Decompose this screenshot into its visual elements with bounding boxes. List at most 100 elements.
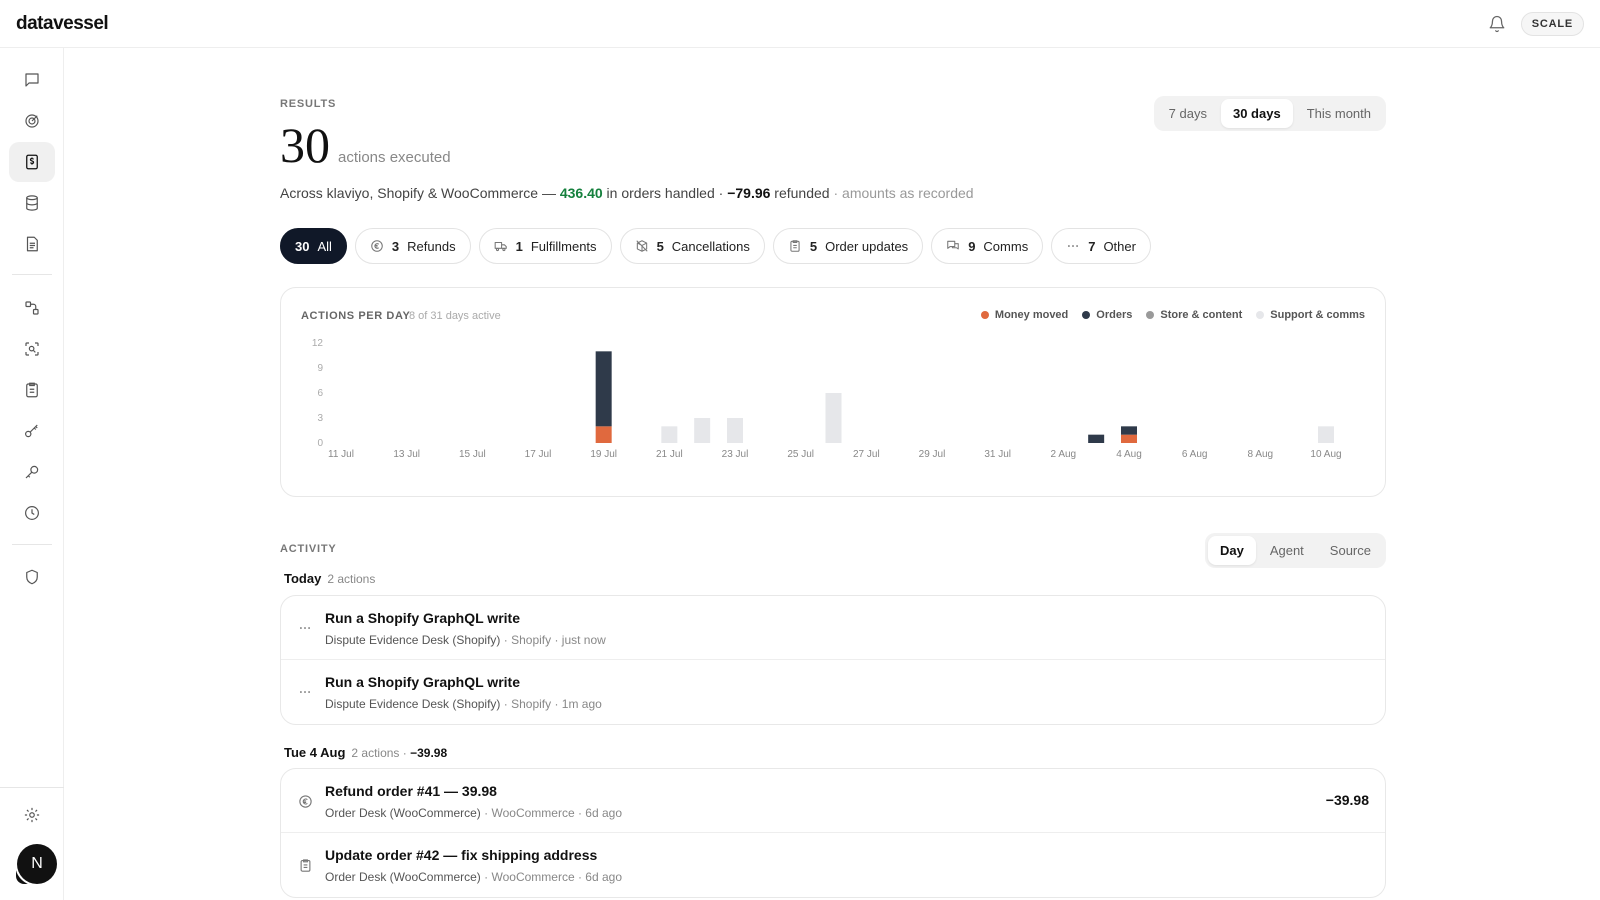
sidebar-item-integrations[interactable] xyxy=(9,411,55,451)
range-7-days[interactable]: 7 days xyxy=(1157,99,1219,128)
bar-segment xyxy=(727,418,743,443)
results-label: RESULTS xyxy=(280,98,337,110)
activity-time: 6d ago xyxy=(585,870,622,884)
sidebar-divider xyxy=(12,544,52,545)
chip-label: Fulfillments xyxy=(530,238,597,254)
more-icon[interactable] xyxy=(297,620,313,636)
chart-plot: 0 3 6 9 12 11 Jul 13 Jul 15 Jul 17 Jul 19 Jul 21 J… xyxy=(312,338,1342,460)
day-value: −39.98 xyxy=(410,746,448,760)
clipboard-icon xyxy=(26,382,38,398)
x-tick-label: 4 Aug xyxy=(1116,449,1142,460)
activity-agent: Order Desk (WooCommerce) xyxy=(325,870,481,884)
results-summary: Across klaviyo, Shopify & WooCommerce — … xyxy=(280,185,974,201)
database-icon xyxy=(26,195,38,211)
group-by-agent[interactable]: Agent xyxy=(1258,536,1316,565)
bar-segment xyxy=(661,426,678,443)
more-icon xyxy=(1066,239,1080,253)
range-30-days[interactable]: 30 days xyxy=(1220,99,1293,128)
activity-amount: −39.98 xyxy=(1325,792,1369,808)
activity-source: WooCommerce xyxy=(491,806,575,820)
box-cancel-icon xyxy=(635,239,649,253)
x-tick-label: 10 Aug xyxy=(1310,449,1341,460)
activity-row[interactable]: Run a Shopify GraphQL write Dispute Evid… xyxy=(281,596,1385,660)
range-this-month[interactable]: This month xyxy=(1295,99,1383,128)
activity-title: Update order #42 — fix shipping address xyxy=(325,847,598,863)
avatar[interactable]: N xyxy=(17,844,57,884)
logo[interactable]: datavessel xyxy=(16,13,109,35)
filter-order-updates[interactable]: 5 Order updates xyxy=(772,228,924,264)
top-right-actions: SCALE xyxy=(1487,11,1584,36)
target-icon xyxy=(25,114,39,128)
key-icon xyxy=(25,465,39,479)
x-tick-label: 27 Jul xyxy=(853,449,880,460)
bar-segment xyxy=(1121,434,1137,443)
sidebar-item-tasks[interactable] xyxy=(9,370,55,410)
filter-cancellations[interactable]: 5 Cancellations xyxy=(619,228,765,264)
activity-row[interactable]: Update order #42 — fix shipping address … xyxy=(281,833,1385,897)
day-name: Tue 4 Aug xyxy=(284,745,346,760)
chip-count: 30 xyxy=(295,238,310,254)
y-tick-label: 9 xyxy=(317,363,323,374)
sidebar-item-security[interactable] xyxy=(9,557,55,597)
filter-all[interactable]: 30 All xyxy=(280,228,347,264)
filter-other[interactable]: 7 Other xyxy=(1051,228,1151,264)
bar-segment xyxy=(1088,434,1105,443)
clock-icon xyxy=(25,506,39,520)
day-header-tue-4-aug: Tue 4 Aug 2 actions · −39.98 xyxy=(284,745,447,760)
sidebar-item-chat[interactable] xyxy=(9,60,55,100)
sidebar-bottom-divider xyxy=(0,787,64,788)
amounts-note: · amounts as recorded xyxy=(829,185,974,201)
sidebar-item-settings[interactable] xyxy=(9,795,55,835)
bar-segment xyxy=(1318,426,1334,443)
more-icon[interactable] xyxy=(297,684,313,700)
chat-icon xyxy=(25,73,39,87)
day-name: Today xyxy=(284,571,322,586)
key-link-icon xyxy=(25,424,38,438)
group-by-source[interactable]: Source xyxy=(1318,536,1383,565)
actions-count-label: actions executed xyxy=(338,149,451,166)
sidebar-item-scan[interactable] xyxy=(9,329,55,369)
filter-comms[interactable]: 9 Comms xyxy=(931,228,1044,264)
group-by-day[interactable]: Day xyxy=(1207,536,1256,565)
chip-count: 5 xyxy=(809,238,818,254)
bell-icon[interactable] xyxy=(1487,14,1507,34)
sidebar-item-database[interactable] xyxy=(9,183,55,223)
x-tick-label: 11 Jul xyxy=(328,449,354,460)
activity-time: 1m ago xyxy=(561,697,602,711)
x-tick-label: 19 Jul xyxy=(590,449,617,460)
sidebar-item-flows[interactable] xyxy=(9,288,55,328)
x-tick-label: 31 Jul xyxy=(984,449,1011,460)
refund-amount: −79.96 xyxy=(727,185,771,201)
activity-meta: Order Desk (WooCommerce) · WooCommerce ·… xyxy=(325,806,622,820)
plan-badge[interactable]: SCALE xyxy=(1520,11,1584,36)
activity-title: Run a Shopify GraphQL write xyxy=(325,674,520,690)
bar-segment xyxy=(825,393,842,443)
chip-label: Other xyxy=(1103,238,1136,254)
refund-text: refunded xyxy=(770,185,830,201)
y-tick-label: 12 xyxy=(312,338,324,349)
billing-icon xyxy=(26,154,38,170)
shield-icon xyxy=(26,569,38,585)
sidebar-item-target[interactable] xyxy=(9,101,55,141)
day-meta: 2 actions xyxy=(327,572,376,586)
activity-title: Run a Shopify GraphQL write xyxy=(325,610,520,626)
y-tick-label: 3 xyxy=(317,413,323,424)
filter-fulfillments[interactable]: 1 Fulfillments xyxy=(478,228,612,264)
group-by-selector: Day Agent Source xyxy=(1204,533,1386,568)
filter-refunds[interactable]: 3 Refunds xyxy=(354,228,471,264)
sidebar-divider xyxy=(12,274,52,275)
activity-row[interactable]: Run a Shopify GraphQL write Dispute Evid… xyxy=(281,660,1385,724)
chip-count: 3 xyxy=(391,238,400,254)
refund-icon xyxy=(370,239,384,253)
activity-agent: Dispute Evidence Desk (Shopify) xyxy=(325,697,501,711)
activity-source: Shopify xyxy=(511,633,552,647)
sidebar-item-documents[interactable] xyxy=(9,224,55,264)
activity-row[interactable]: Refund order #41 — 39.98 Order Desk (Woo… xyxy=(281,769,1385,833)
sidebar-item-history[interactable] xyxy=(9,493,55,533)
clipboard-icon xyxy=(297,857,313,873)
activity-meta: Order Desk (WooCommerce) · WooCommerce ·… xyxy=(325,870,622,884)
x-tick-label: 25 Jul xyxy=(787,449,814,460)
x-tick-label: 8 Aug xyxy=(1248,449,1274,460)
sidebar-item-billing[interactable] xyxy=(9,142,55,182)
sidebar-item-keys[interactable] xyxy=(9,452,55,492)
